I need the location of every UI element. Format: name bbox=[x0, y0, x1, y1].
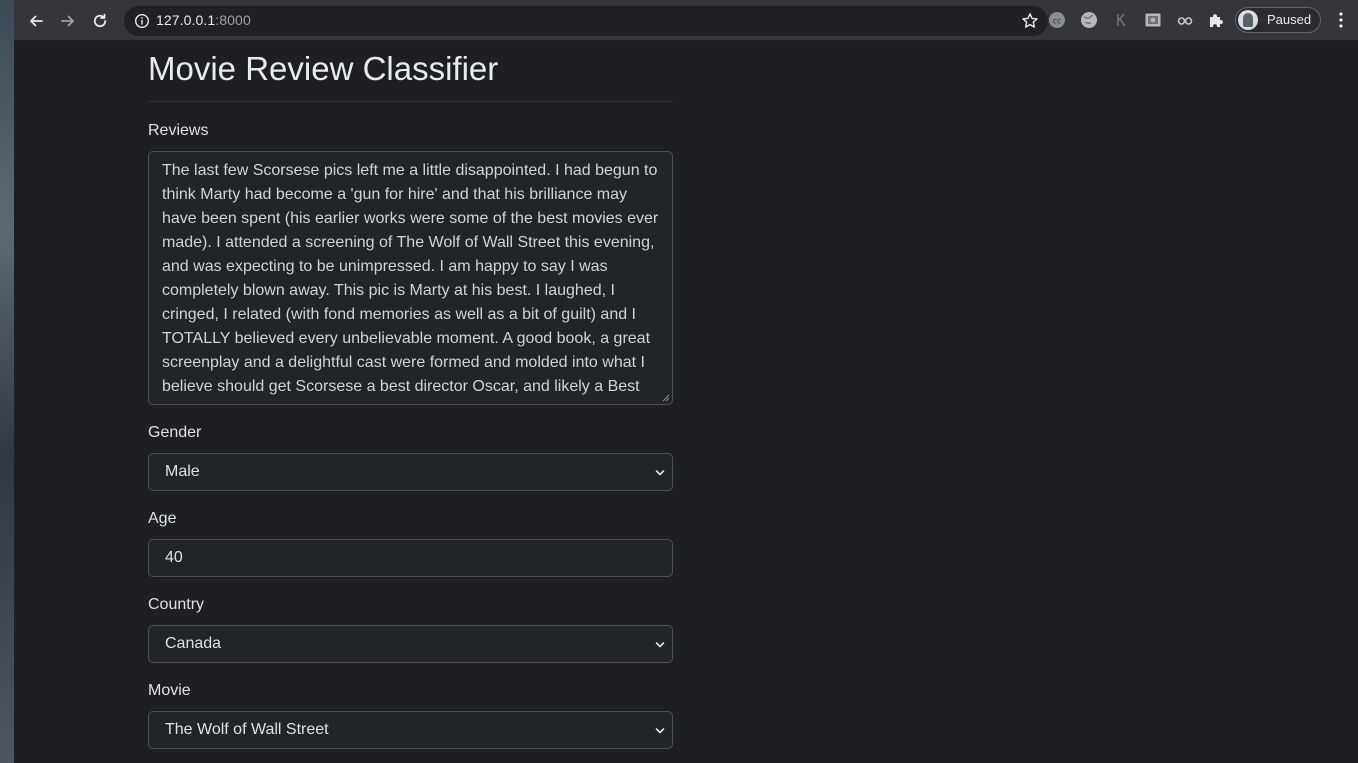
age-input[interactable]: 40 bbox=[148, 539, 673, 577]
arrow-left-icon bbox=[30, 15, 43, 27]
movie-value: The Wolf of Wall Street bbox=[165, 721, 329, 738]
url-port: :8000 bbox=[215, 12, 251, 28]
browser-toolbar: 127.0.0.1:8000 cc Paused bbox=[14, 0, 1358, 41]
forward-button[interactable] bbox=[55, 8, 81, 34]
reload-icon bbox=[93, 13, 107, 27]
chevron-down-icon bbox=[655, 728, 665, 734]
url-text: 127.0.0.1:8000 bbox=[156, 12, 251, 28]
divider bbox=[148, 101, 673, 102]
movie-label: Movie bbox=[148, 682, 191, 699]
extension-glasses-icon[interactable] bbox=[1176, 11, 1194, 29]
extension-globe-icon[interactable] bbox=[1080, 11, 1098, 29]
reload-button[interactable] bbox=[87, 8, 113, 34]
info-icon[interactable] bbox=[134, 13, 150, 29]
extension-screenshot-icon[interactable] bbox=[1144, 11, 1162, 29]
desktop-edge bbox=[0, 0, 14, 763]
address-bar[interactable]: 127.0.0.1:8000 bbox=[124, 6, 1048, 36]
chevron-down-icon bbox=[655, 642, 665, 648]
svg-text:cc: cc bbox=[1053, 17, 1062, 26]
movie-select[interactable]: The Wolf of Wall Street bbox=[148, 711, 673, 749]
avatar bbox=[1238, 10, 1258, 30]
chevron-down-icon bbox=[655, 470, 665, 476]
extension-k-icon[interactable] bbox=[1112, 11, 1130, 29]
back-button[interactable] bbox=[23, 8, 49, 34]
page-title: Movie Review Classifier bbox=[148, 50, 499, 87]
browser-window: 127.0.0.1:8000 cc Paused Movie Review Cl… bbox=[14, 0, 1358, 763]
extension-cc-icon[interactable]: cc bbox=[1048, 11, 1066, 29]
age-value: 40 bbox=[165, 549, 183, 566]
extensions-puzzle-icon[interactable] bbox=[1207, 11, 1225, 29]
gender-select[interactable]: Male bbox=[148, 453, 673, 491]
country-value: Canada bbox=[165, 635, 222, 652]
reviews-text: The last few Scorsese pics left me a lit… bbox=[162, 162, 659, 395]
url-host: 127.0.0.1 bbox=[156, 12, 216, 28]
bookmark-star-icon[interactable] bbox=[1020, 11, 1040, 31]
profile-status: Paused bbox=[1267, 12, 1312, 27]
gender-value: Male bbox=[165, 463, 200, 480]
age-label: Age bbox=[148, 510, 177, 527]
arrow-right-icon bbox=[61, 15, 74, 27]
gender-label: Gender bbox=[148, 424, 202, 441]
resize-grip-icon[interactable] bbox=[662, 394, 670, 402]
profile-button[interactable]: Paused bbox=[1235, 7, 1321, 33]
country-label: Country bbox=[148, 596, 205, 613]
country-select[interactable]: Canada bbox=[148, 625, 673, 663]
reviews-label: Reviews bbox=[148, 122, 209, 139]
more-vert-icon[interactable] bbox=[1334, 11, 1348, 29]
reviews-textarea[interactable]: The last few Scorsese pics left me a lit… bbox=[148, 151, 673, 405]
